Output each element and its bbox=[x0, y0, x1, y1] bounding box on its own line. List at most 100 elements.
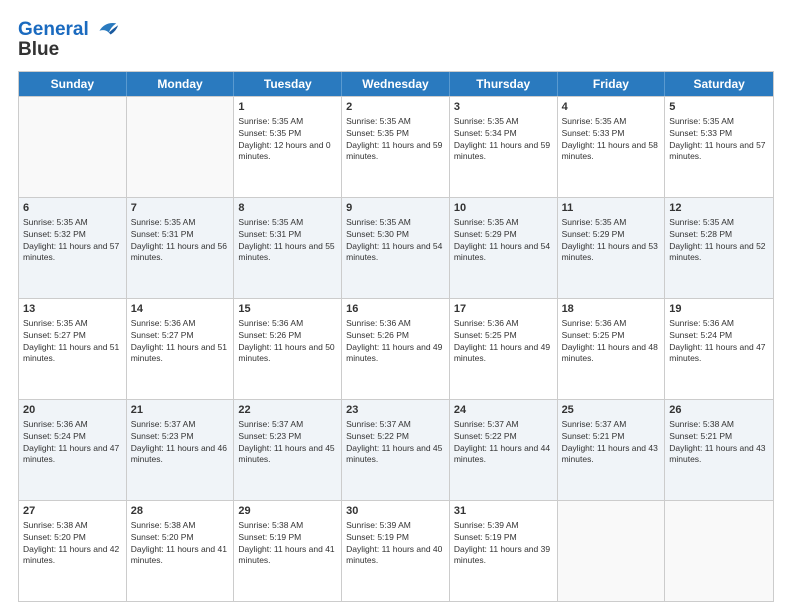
cell-info: Sunrise: 5:38 AMSunset: 5:21 PMDaylight:… bbox=[669, 419, 769, 467]
cell-info: Sunrise: 5:36 AMSunset: 5:27 PMDaylight:… bbox=[131, 318, 230, 366]
calendar: SundayMondayTuesdayWednesdayThursdayFrid… bbox=[18, 71, 774, 602]
cell-info: Sunrise: 5:35 AMSunset: 5:35 PMDaylight:… bbox=[238, 116, 337, 164]
cell-info: Sunrise: 5:39 AMSunset: 5:19 PMDaylight:… bbox=[346, 520, 445, 568]
day-number: 2 bbox=[346, 100, 445, 115]
calendar-cell: 19Sunrise: 5:36 AMSunset: 5:24 PMDayligh… bbox=[665, 299, 773, 399]
calendar-cell: 11Sunrise: 5:35 AMSunset: 5:29 PMDayligh… bbox=[558, 198, 666, 298]
cell-info: Sunrise: 5:38 AMSunset: 5:20 PMDaylight:… bbox=[131, 520, 230, 568]
header: General Blue bbox=[18, 18, 774, 61]
day-number: 14 bbox=[131, 302, 230, 317]
calendar-cell: 9Sunrise: 5:35 AMSunset: 5:30 PMDaylight… bbox=[342, 198, 450, 298]
day-number: 18 bbox=[562, 302, 661, 317]
cell-info: Sunrise: 5:37 AMSunset: 5:21 PMDaylight:… bbox=[562, 419, 661, 467]
cell-info: Sunrise: 5:35 AMSunset: 5:30 PMDaylight:… bbox=[346, 217, 445, 265]
day-number: 11 bbox=[562, 201, 661, 216]
day-number: 25 bbox=[562, 403, 661, 418]
calendar-cell: 8Sunrise: 5:35 AMSunset: 5:31 PMDaylight… bbox=[234, 198, 342, 298]
day-number: 17 bbox=[454, 302, 553, 317]
day-number: 21 bbox=[131, 403, 230, 418]
calendar-body: 1Sunrise: 5:35 AMSunset: 5:35 PMDaylight… bbox=[19, 96, 773, 601]
day-number: 15 bbox=[238, 302, 337, 317]
day-number: 12 bbox=[669, 201, 769, 216]
calendar-cell: 29Sunrise: 5:38 AMSunset: 5:19 PMDayligh… bbox=[234, 501, 342, 601]
day-number: 23 bbox=[346, 403, 445, 418]
calendar-cell: 26Sunrise: 5:38 AMSunset: 5:21 PMDayligh… bbox=[665, 400, 773, 500]
cell-info: Sunrise: 5:38 AMSunset: 5:19 PMDaylight:… bbox=[238, 520, 337, 568]
cell-info: Sunrise: 5:36 AMSunset: 5:26 PMDaylight:… bbox=[238, 318, 337, 366]
cell-info: Sunrise: 5:35 AMSunset: 5:28 PMDaylight:… bbox=[669, 217, 769, 265]
calendar-cell: 12Sunrise: 5:35 AMSunset: 5:28 PMDayligh… bbox=[665, 198, 773, 298]
calendar-cell bbox=[558, 501, 666, 601]
calendar-cell: 24Sunrise: 5:37 AMSunset: 5:22 PMDayligh… bbox=[450, 400, 558, 500]
calendar-cell: 6Sunrise: 5:35 AMSunset: 5:32 PMDaylight… bbox=[19, 198, 127, 298]
cell-info: Sunrise: 5:36 AMSunset: 5:26 PMDaylight:… bbox=[346, 318, 445, 366]
calendar-cell: 4Sunrise: 5:35 AMSunset: 5:33 PMDaylight… bbox=[558, 97, 666, 197]
calendar-cell: 16Sunrise: 5:36 AMSunset: 5:26 PMDayligh… bbox=[342, 299, 450, 399]
cell-info: Sunrise: 5:35 AMSunset: 5:35 PMDaylight:… bbox=[346, 116, 445, 164]
day-number: 22 bbox=[238, 403, 337, 418]
calendar-cell bbox=[19, 97, 127, 197]
calendar-cell: 28Sunrise: 5:38 AMSunset: 5:20 PMDayligh… bbox=[127, 501, 235, 601]
calendar-cell: 1Sunrise: 5:35 AMSunset: 5:35 PMDaylight… bbox=[234, 97, 342, 197]
calendar-week-3: 13Sunrise: 5:35 AMSunset: 5:27 PMDayligh… bbox=[19, 298, 773, 399]
calendar-header-tuesday: Tuesday bbox=[234, 72, 342, 96]
cell-info: Sunrise: 5:37 AMSunset: 5:23 PMDaylight:… bbox=[131, 419, 230, 467]
logo-general: General bbox=[18, 20, 89, 41]
day-number: 19 bbox=[669, 302, 769, 317]
calendar-header-friday: Friday bbox=[558, 72, 666, 96]
calendar-cell: 23Sunrise: 5:37 AMSunset: 5:22 PMDayligh… bbox=[342, 400, 450, 500]
calendar-cell bbox=[127, 97, 235, 197]
day-number: 16 bbox=[346, 302, 445, 317]
calendar-cell: 17Sunrise: 5:36 AMSunset: 5:25 PMDayligh… bbox=[450, 299, 558, 399]
day-number: 8 bbox=[238, 201, 337, 216]
day-number: 28 bbox=[131, 504, 230, 519]
day-number: 6 bbox=[23, 201, 122, 216]
calendar-cell: 20Sunrise: 5:36 AMSunset: 5:24 PMDayligh… bbox=[19, 400, 127, 500]
cell-info: Sunrise: 5:35 AMSunset: 5:29 PMDaylight:… bbox=[454, 217, 553, 265]
cell-info: Sunrise: 5:35 AMSunset: 5:27 PMDaylight:… bbox=[23, 318, 122, 366]
calendar-cell: 13Sunrise: 5:35 AMSunset: 5:27 PMDayligh… bbox=[19, 299, 127, 399]
day-number: 31 bbox=[454, 504, 553, 519]
cell-info: Sunrise: 5:36 AMSunset: 5:25 PMDaylight:… bbox=[454, 318, 553, 366]
cell-info: Sunrise: 5:35 AMSunset: 5:32 PMDaylight:… bbox=[23, 217, 122, 265]
calendar-cell: 31Sunrise: 5:39 AMSunset: 5:19 PMDayligh… bbox=[450, 501, 558, 601]
calendar-cell: 3Sunrise: 5:35 AMSunset: 5:34 PMDaylight… bbox=[450, 97, 558, 197]
calendar-cell: 18Sunrise: 5:36 AMSunset: 5:25 PMDayligh… bbox=[558, 299, 666, 399]
cell-info: Sunrise: 5:38 AMSunset: 5:20 PMDaylight:… bbox=[23, 520, 122, 568]
day-number: 5 bbox=[669, 100, 769, 115]
day-number: 4 bbox=[562, 100, 661, 115]
calendar-cell bbox=[665, 501, 773, 601]
calendar-header-sunday: Sunday bbox=[19, 72, 127, 96]
calendar-week-1: 1Sunrise: 5:35 AMSunset: 5:35 PMDaylight… bbox=[19, 96, 773, 197]
day-number: 26 bbox=[669, 403, 769, 418]
calendar-cell: 15Sunrise: 5:36 AMSunset: 5:26 PMDayligh… bbox=[234, 299, 342, 399]
calendar-header-saturday: Saturday bbox=[665, 72, 773, 96]
cell-info: Sunrise: 5:35 AMSunset: 5:34 PMDaylight:… bbox=[454, 116, 553, 164]
logo: General Blue bbox=[18, 18, 120, 61]
day-number: 20 bbox=[23, 403, 122, 418]
cell-info: Sunrise: 5:35 AMSunset: 5:31 PMDaylight:… bbox=[238, 217, 337, 265]
cell-info: Sunrise: 5:37 AMSunset: 5:22 PMDaylight:… bbox=[454, 419, 553, 467]
day-number: 29 bbox=[238, 504, 337, 519]
day-number: 13 bbox=[23, 302, 122, 317]
calendar-week-4: 20Sunrise: 5:36 AMSunset: 5:24 PMDayligh… bbox=[19, 399, 773, 500]
cell-info: Sunrise: 5:39 AMSunset: 5:19 PMDaylight:… bbox=[454, 520, 553, 568]
cell-info: Sunrise: 5:36 AMSunset: 5:24 PMDaylight:… bbox=[23, 419, 122, 467]
calendar-week-5: 27Sunrise: 5:38 AMSunset: 5:20 PMDayligh… bbox=[19, 500, 773, 601]
page: General Blue SundayMondayTuesdayWednesda… bbox=[0, 0, 792, 612]
calendar-cell: 25Sunrise: 5:37 AMSunset: 5:21 PMDayligh… bbox=[558, 400, 666, 500]
calendar-cell: 5Sunrise: 5:35 AMSunset: 5:33 PMDaylight… bbox=[665, 97, 773, 197]
day-number: 1 bbox=[238, 100, 337, 115]
cell-info: Sunrise: 5:36 AMSunset: 5:25 PMDaylight:… bbox=[562, 318, 661, 366]
calendar-cell: 21Sunrise: 5:37 AMSunset: 5:23 PMDayligh… bbox=[127, 400, 235, 500]
cell-info: Sunrise: 5:36 AMSunset: 5:24 PMDaylight:… bbox=[669, 318, 769, 366]
day-number: 10 bbox=[454, 201, 553, 216]
calendar-cell: 30Sunrise: 5:39 AMSunset: 5:19 PMDayligh… bbox=[342, 501, 450, 601]
cell-info: Sunrise: 5:37 AMSunset: 5:23 PMDaylight:… bbox=[238, 419, 337, 467]
cell-info: Sunrise: 5:35 AMSunset: 5:29 PMDaylight:… bbox=[562, 217, 661, 265]
day-number: 9 bbox=[346, 201, 445, 216]
calendar-cell: 27Sunrise: 5:38 AMSunset: 5:20 PMDayligh… bbox=[19, 501, 127, 601]
day-number: 24 bbox=[454, 403, 553, 418]
cell-info: Sunrise: 5:35 AMSunset: 5:33 PMDaylight:… bbox=[669, 116, 769, 164]
cell-info: Sunrise: 5:37 AMSunset: 5:22 PMDaylight:… bbox=[346, 419, 445, 467]
